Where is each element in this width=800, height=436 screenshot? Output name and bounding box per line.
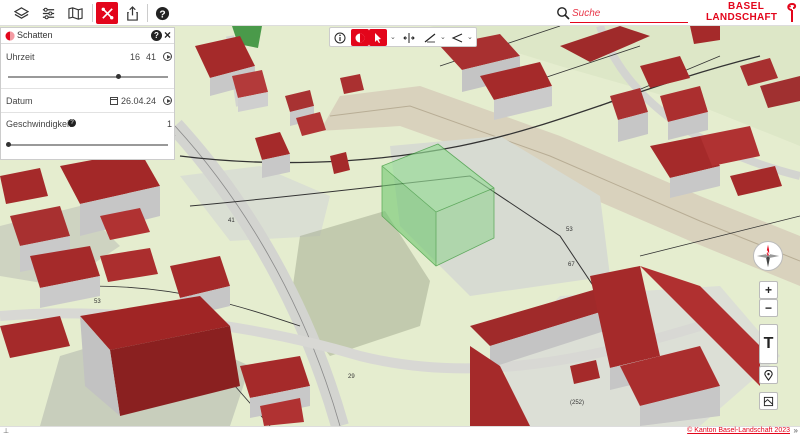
layers-icon[interactable] — [10, 2, 32, 24]
search-input[interactable] — [570, 5, 688, 23]
tilt-button[interactable]: T — [759, 324, 778, 364]
copyright-link[interactable]: © Kanton Basel-Landschaft 2023 — [687, 427, 790, 434]
panel-close-button[interactable]: × — [164, 28, 171, 42]
location-pin-icon — [764, 369, 773, 381]
date-play-button[interactable] — [163, 96, 172, 105]
top-bar: ? BASEL LANDSCHAFT — [0, 0, 800, 26]
basemap-button[interactable] — [759, 392, 778, 410]
info-icon[interactable] — [331, 29, 349, 46]
shadow-icon — [5, 31, 15, 41]
map-book-icon[interactable] — [64, 2, 86, 24]
time-label: Uhrzeit — [6, 52, 35, 62]
footer: ⊥ © Kanton Basel-Landschaft 2023 » — [0, 426, 800, 436]
logo-line2: LANDSCHAFT — [706, 12, 778, 23]
svg-text:?: ? — [159, 9, 165, 20]
basemap-icon — [763, 396, 774, 406]
chevron-down-icon[interactable]: ⌄ — [390, 33, 396, 41]
select-pointer-icon[interactable] — [369, 29, 387, 46]
compass[interactable]: N — [753, 241, 783, 271]
map-label: 53 — [566, 227, 573, 233]
shadow-tool-icon[interactable] — [351, 29, 369, 46]
filter-icon[interactable] — [37, 2, 59, 24]
shadow-panel: Schatten ? × Uhrzeit 16 41 Datum 26.04.2… — [0, 27, 175, 160]
panel-help-button[interactable]: ? — [151, 30, 162, 41]
date-label: Datum — [6, 96, 33, 106]
time-hour[interactable]: 16 — [130, 52, 140, 62]
expand-icon[interactable]: » — [794, 426, 798, 435]
date-value[interactable]: 26.04.24 — [121, 96, 156, 106]
logo[interactable]: BASEL LANDSCHAFT — [706, 2, 798, 24]
help-icon[interactable]: ? — [151, 2, 173, 24]
share-icon[interactable] — [121, 2, 143, 24]
speed-slider-knob[interactable] — [6, 142, 11, 147]
map-label: 67 — [568, 262, 575, 268]
speed-label: Geschwindigkeit — [6, 119, 72, 129]
tools-icon[interactable] — [96, 2, 118, 24]
speed-slider[interactable] — [6, 142, 168, 147]
speed-value: 1 — [167, 119, 173, 129]
map-label: 29 — [348, 374, 355, 380]
time-slider-knob[interactable] — [116, 74, 122, 79]
tool-toolbar: ⌄ ⌄ ⌄ — [329, 27, 477, 47]
view-angle-icon[interactable] — [448, 29, 466, 46]
time-play-button[interactable] — [163, 52, 172, 61]
speed-help-icon[interactable]: ? — [68, 119, 76, 127]
zoom-out-button[interactable]: − — [759, 299, 778, 317]
chevron-down-icon[interactable]: ⌄ — [467, 33, 473, 41]
map-label: 41 — [228, 218, 235, 224]
zoom-in-button[interactable]: + — [759, 281, 778, 299]
bishop-staff-icon — [787, 2, 797, 22]
scale-icon: ⊥ — [3, 428, 10, 435]
logo-line1: BASEL — [728, 1, 765, 12]
location-button[interactable] — [759, 366, 778, 384]
time-slider[interactable] — [8, 74, 168, 79]
map-label: 53 — [94, 299, 101, 305]
calendar-icon[interactable] — [110, 97, 118, 105]
map-label: (252) — [570, 400, 584, 406]
panel-header: Schatten ? × — [1, 28, 174, 44]
time-minute[interactable]: 41 — [146, 52, 156, 62]
chevron-down-icon[interactable]: ⌄ — [440, 33, 446, 41]
compass-north-label: N — [766, 251, 771, 257]
search-icon[interactable] — [556, 6, 570, 20]
panel-title: Schatten — [17, 30, 53, 40]
measure-icon[interactable] — [400, 29, 418, 46]
draw-line-icon[interactable] — [421, 29, 439, 46]
